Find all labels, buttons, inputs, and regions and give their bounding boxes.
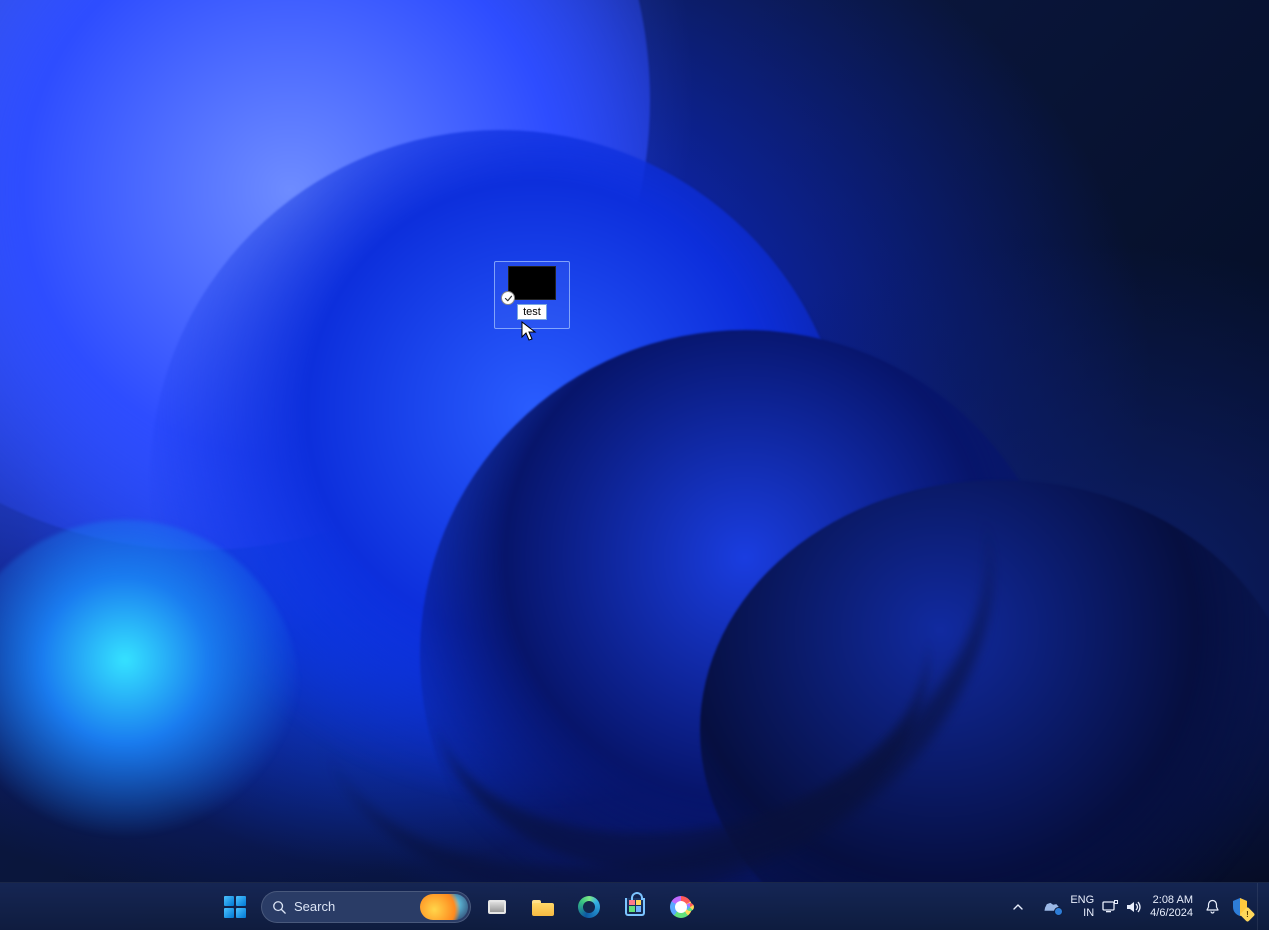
file-explorer-icon bbox=[532, 898, 554, 916]
clock-time: 2:08 AM bbox=[1150, 894, 1193, 907]
network-tray[interactable] bbox=[1102, 900, 1118, 914]
paint-icon bbox=[670, 896, 692, 918]
icon-label-editbox[interactable]: test bbox=[517, 304, 547, 320]
edge-button[interactable] bbox=[569, 887, 609, 927]
desktop-icon-test[interactable]: test bbox=[494, 261, 570, 329]
store-icon bbox=[625, 898, 645, 916]
paint-button[interactable] bbox=[661, 887, 701, 927]
taskbar: Search ENG IN bbox=[0, 882, 1269, 930]
tray-overflow-button[interactable] bbox=[1004, 887, 1032, 927]
search-icon bbox=[272, 900, 286, 914]
show-desktop-button[interactable] bbox=[1257, 883, 1263, 930]
selection-check-icon bbox=[501, 291, 515, 305]
icon-label: test bbox=[523, 306, 541, 318]
language-code: ENG bbox=[1070, 894, 1094, 907]
language-region: IN bbox=[1070, 907, 1094, 920]
taskbar-search[interactable]: Search bbox=[261, 891, 471, 923]
notifications-button[interactable] bbox=[1201, 899, 1223, 914]
task-view-icon bbox=[488, 900, 506, 914]
file-explorer-button[interactable] bbox=[523, 887, 563, 927]
clock-tray[interactable]: 2:08 AM 4/6/2024 bbox=[1150, 894, 1193, 920]
warning-badge-icon bbox=[1240, 906, 1256, 922]
search-highlight-art bbox=[420, 894, 468, 920]
microsoft-store-button[interactable] bbox=[615, 887, 655, 927]
edge-icon bbox=[578, 896, 600, 918]
volume-tray[interactable] bbox=[1126, 900, 1142, 914]
clock-date: 4/6/2024 bbox=[1150, 907, 1193, 920]
search-placeholder: Search bbox=[294, 899, 335, 914]
task-view-button[interactable] bbox=[477, 887, 517, 927]
file-thumbnail bbox=[508, 266, 556, 300]
network-icon bbox=[1102, 900, 1118, 914]
chevron-up-icon bbox=[1013, 902, 1023, 912]
desktop-area[interactable]: test bbox=[0, 0, 1269, 882]
volume-icon bbox=[1126, 900, 1142, 914]
language-indicator[interactable]: ENG IN bbox=[1070, 894, 1094, 920]
windows-security-tray[interactable] bbox=[1231, 897, 1249, 917]
start-button[interactable] bbox=[215, 887, 255, 927]
windows-logo-icon bbox=[224, 896, 246, 918]
onedrive-icon bbox=[1042, 901, 1060, 913]
bell-icon bbox=[1205, 899, 1220, 914]
onedrive-tray[interactable] bbox=[1040, 901, 1062, 913]
